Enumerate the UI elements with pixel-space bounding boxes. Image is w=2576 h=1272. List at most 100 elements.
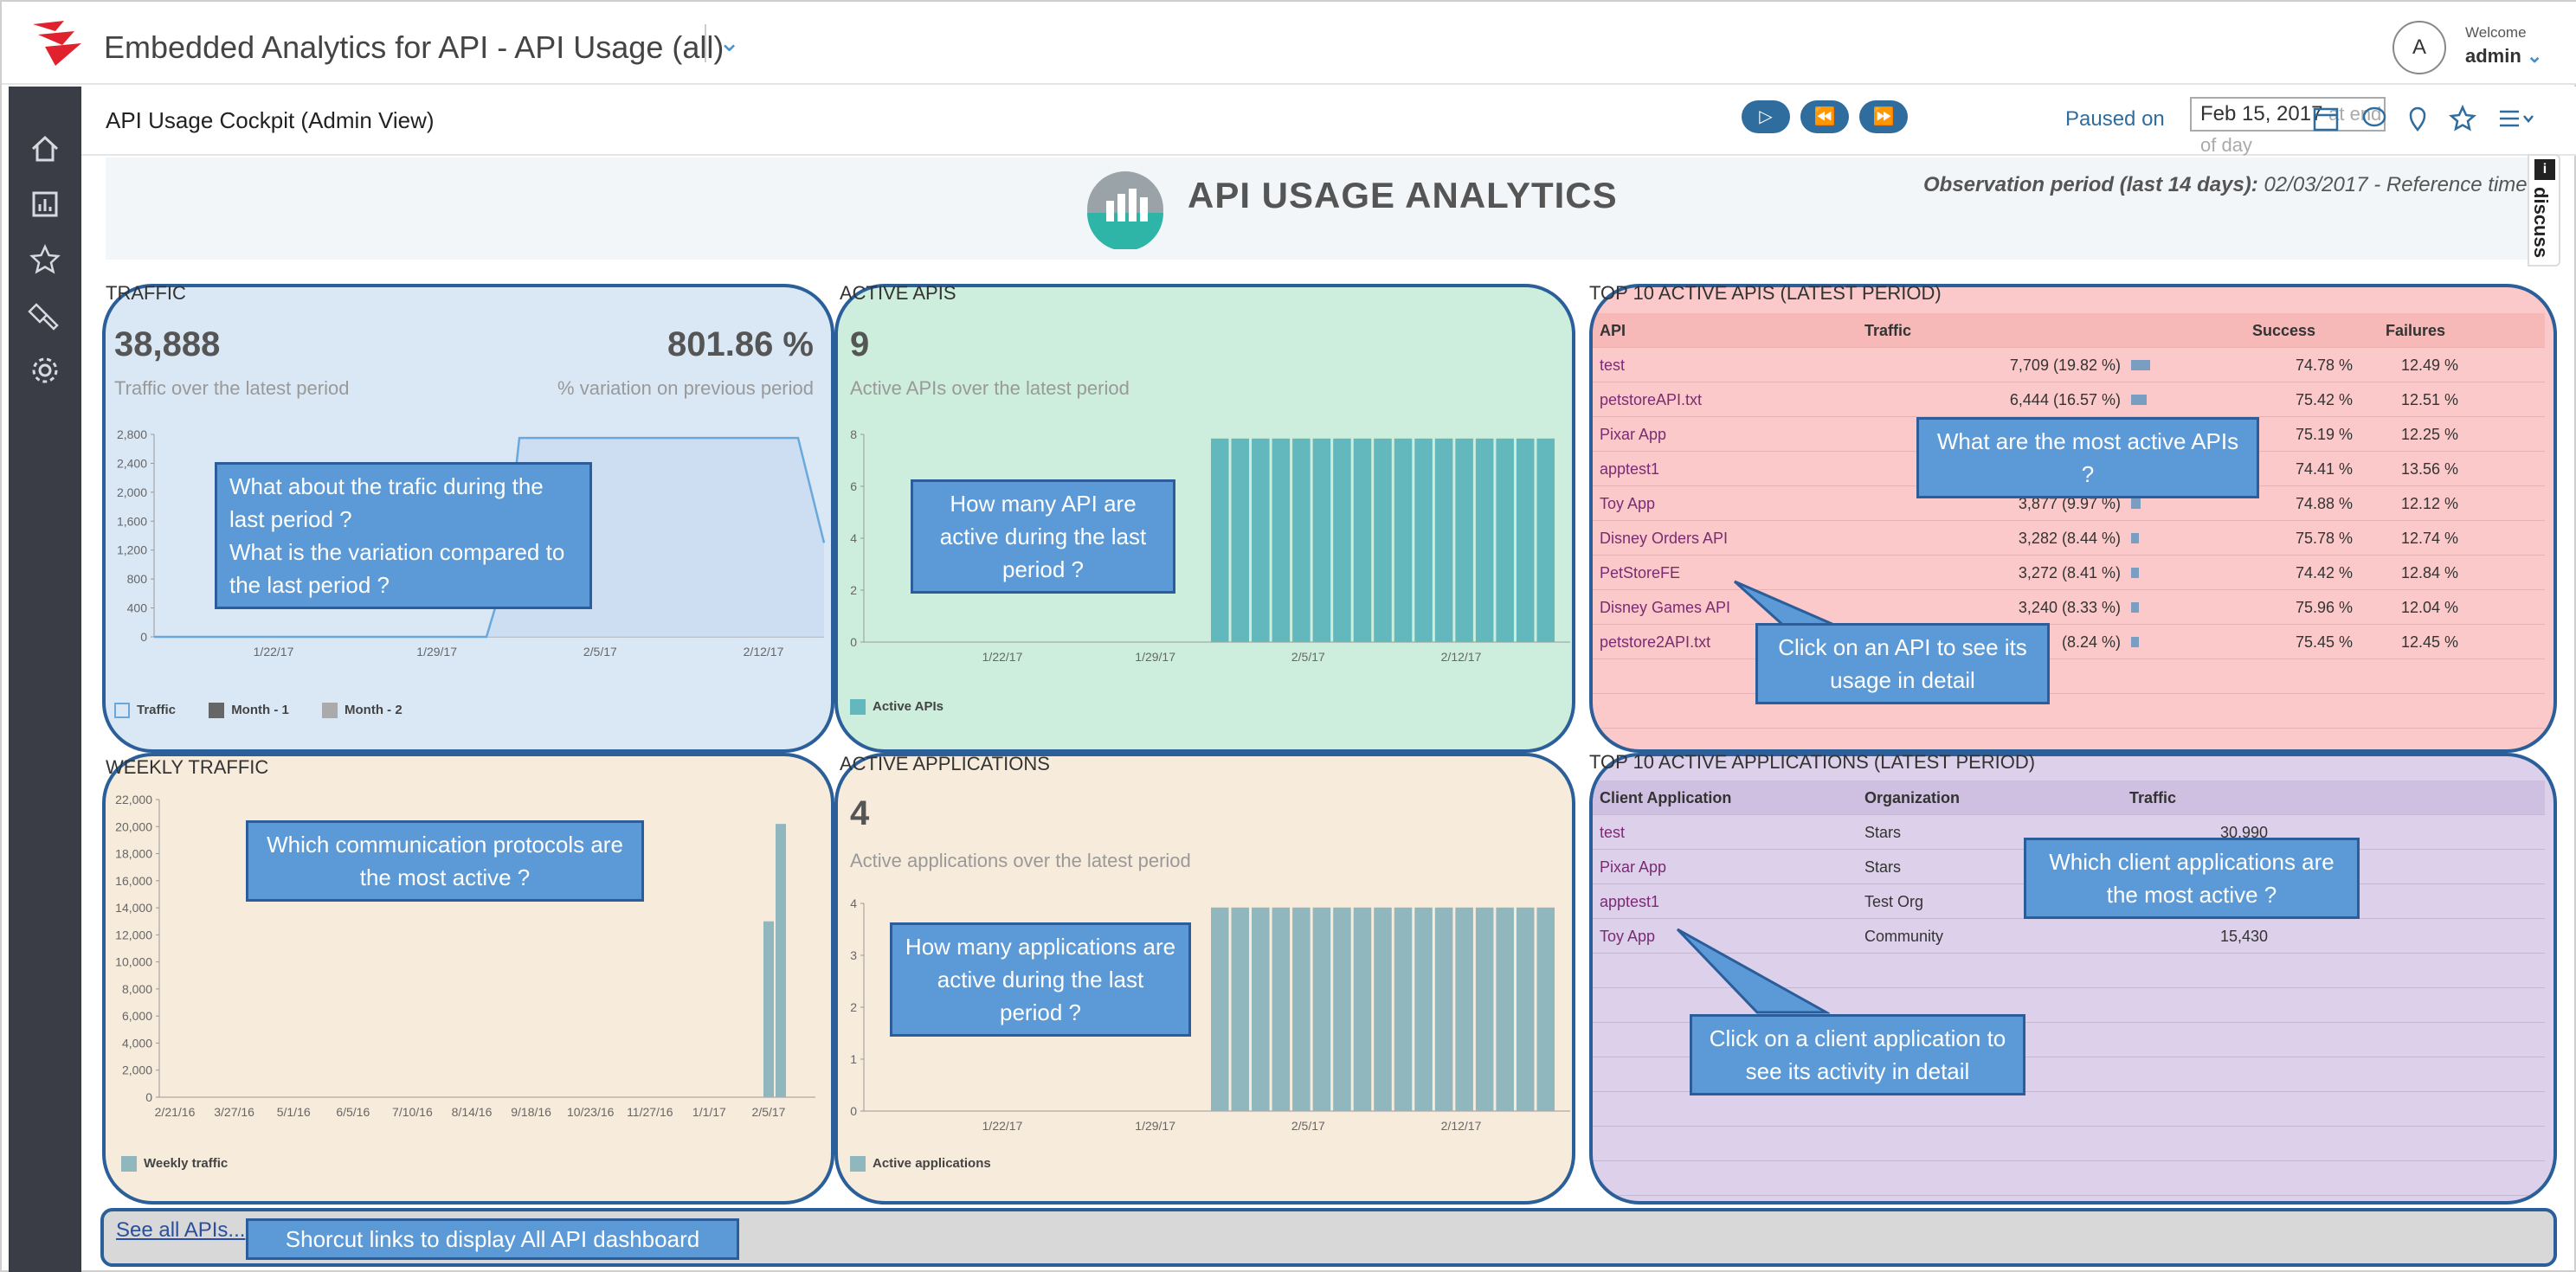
column-header-api[interactable]: API <box>1600 322 1626 340</box>
table-row[interactable]: test 7,709 (19.82 %) 74.78 % 12.49 % <box>1593 348 2545 382</box>
callout-pointer <box>1676 928 1830 1014</box>
traffic-value-caption: Traffic over the latest period <box>114 377 350 399</box>
client-application-name[interactable]: apptest1 <box>1600 893 1659 911</box>
legend-month-2: Month - 2 <box>322 703 402 719</box>
empty-row <box>1593 1161 2545 1196</box>
username[interactable]: admin <box>2465 45 2521 67</box>
api-failures: 12.45 % <box>2400 633 2458 651</box>
home-icon[interactable] <box>28 132 62 166</box>
sidebar <box>9 87 81 1272</box>
bar <box>1496 907 1514 1111</box>
bar <box>1374 907 1392 1111</box>
api-name[interactable]: Pixar App <box>1600 426 1666 444</box>
traffic-title: TRAFFIC <box>106 282 186 304</box>
bar <box>1211 907 1229 1111</box>
y-tick-label: 2,400 <box>117 456 147 470</box>
info-icon[interactable]: i <box>2534 159 2555 180</box>
dashboard-toolbar: API Usage Cockpit (Admin View) ▷ ⏪ ⏩ Pau… <box>81 87 2576 156</box>
star-icon[interactable] <box>28 242 62 277</box>
bar <box>1434 438 1453 642</box>
api-success: 74.42 % <box>2295 564 2353 581</box>
menu-hamburger-icon[interactable] <box>2496 104 2536 133</box>
discuss-tab[interactable]: i discuss <box>2528 154 2560 267</box>
client-application-name[interactable]: Toy App <box>1600 928 1655 946</box>
y-tick-label: 1,600 <box>117 514 147 528</box>
traffic-value[interactable]: 38,888 <box>114 325 220 364</box>
date-picker-field[interactable]: Feb 15, 2017 at end of day <box>2190 97 2386 156</box>
column-header-success[interactable]: Success <box>2252 322 2315 340</box>
y-tick-label: 20,000 <box>115 819 152 833</box>
y-tick-label: 0 <box>145 1090 152 1104</box>
comment-icon[interactable] <box>2360 104 2389 133</box>
step-forward-button[interactable]: ⏩ <box>1859 100 1908 133</box>
api-traffic: 3,272 (8.41 %) <box>2018 564 2121 581</box>
api-name[interactable]: apptest1 <box>1600 460 1659 479</box>
api-failures: 12.12 % <box>2400 495 2458 512</box>
column-header-failures[interactable]: Failures <box>2386 322 2445 340</box>
bar <box>1211 438 1229 642</box>
bar <box>1333 438 1351 642</box>
api-name[interactable]: Toy App <box>1600 495 1655 513</box>
title-dropdown-chevron-icon[interactable]: ⌄ <box>705 24 740 62</box>
x-tick-label: 2/12/17 <box>1441 1119 1482 1133</box>
favorite-star-icon[interactable] <box>2448 104 2477 133</box>
api-name[interactable]: petstore2API.txt <box>1600 633 1710 652</box>
x-tick-label: 1/29/17 <box>1135 1119 1175 1133</box>
bar <box>1496 438 1514 642</box>
x-tick-label: 2/12/17 <box>1441 650 1482 664</box>
y-tick-label: 2,000 <box>122 1063 152 1077</box>
bar <box>1292 907 1311 1111</box>
client-application-name[interactable]: Pixar App <box>1600 858 1666 877</box>
y-tick-label: 0 <box>850 1104 857 1118</box>
traffic-share-bar <box>2131 498 2141 509</box>
column-header-traffic[interactable]: Traffic <box>2129 789 2176 807</box>
top-bar: Embedded Analytics for API - API Usage (… <box>2 2 2576 85</box>
settings-gear-icon[interactable] <box>28 353 62 388</box>
y-tick-label: 1,200 <box>117 543 147 557</box>
column-header-organization[interactable]: Organization <box>1864 789 1960 807</box>
api-name[interactable]: Disney Orders API <box>1600 530 1728 548</box>
api-success: 75.96 % <box>2295 599 2353 616</box>
app-detail-callout: Click on a client application to see its… <box>1690 1014 2025 1095</box>
y-tick-label: 6,000 <box>122 1009 152 1023</box>
active-apps-value[interactable]: 4 <box>850 794 869 833</box>
api-name[interactable]: PetStoreFE <box>1600 564 1680 582</box>
traffic-share-bar <box>2131 568 2139 578</box>
legend-month-1: Month - 1 <box>209 703 289 719</box>
y-tick-label: 4 <box>850 896 857 910</box>
active-apis-value[interactable]: 9 <box>850 325 869 364</box>
step-back-button[interactable]: ⏪ <box>1800 100 1849 133</box>
avatar[interactable]: A <box>2392 21 2446 74</box>
discuss-label[interactable]: discuss <box>2529 187 2552 258</box>
play-button[interactable]: ▷ <box>1742 100 1790 133</box>
app-logo-icon[interactable] <box>29 19 85 67</box>
table-row[interactable]: petstoreAPI.txt 6,444 (16.57 %) 75.42 % … <box>1593 382 2545 417</box>
location-pin-icon[interactable] <box>2403 104 2432 133</box>
user-chevron-icon[interactable]: ⌄ <box>2527 45 2542 67</box>
legend-traffic: Traffic <box>114 703 176 719</box>
client-application-name[interactable]: test <box>1600 824 1625 842</box>
api-name[interactable]: Disney Games API <box>1600 599 1730 617</box>
flashlight-icon[interactable] <box>28 298 62 332</box>
top-apis-table: API Traffic Success Failures test 7,709 … <box>1593 313 2545 729</box>
api-success: 75.45 % <box>2295 633 2353 651</box>
column-header-traffic[interactable]: Traffic <box>1864 322 1911 340</box>
active-apps-legend: Active applications <box>850 1156 991 1172</box>
paused-label: Paused on <box>2065 107 2165 131</box>
traffic-variation[interactable]: 801.86 % <box>667 325 814 364</box>
top-apis-panel[interactable]: API Traffic Success Failures test 7,709 … <box>1589 284 2557 753</box>
see-all-apis-link[interactable]: See all APIs... <box>116 1218 245 1243</box>
date-value[interactable]: Feb 15, 2017 <box>2200 102 2322 125</box>
user-menu[interactable]: admin ⌄ <box>2465 45 2542 67</box>
bar <box>1374 438 1392 642</box>
api-success: 74.88 % <box>2295 495 2353 512</box>
table-row[interactable]: Disney Orders API 3,282 (8.44 %) 75.78 %… <box>1593 521 2545 556</box>
calendar-icon[interactable] <box>2311 104 2341 133</box>
column-header-client-application[interactable]: Client Application <box>1600 789 1731 807</box>
api-success: 74.78 % <box>2295 357 2353 374</box>
traffic-callout: What about the trafic during the last pe… <box>215 462 592 609</box>
api-name[interactable]: petstoreAPI.txt <box>1600 391 1702 409</box>
dashboard-icon[interactable] <box>28 187 62 222</box>
y-tick-label: 22,000 <box>115 794 152 806</box>
api-name[interactable]: test <box>1600 357 1625 375</box>
